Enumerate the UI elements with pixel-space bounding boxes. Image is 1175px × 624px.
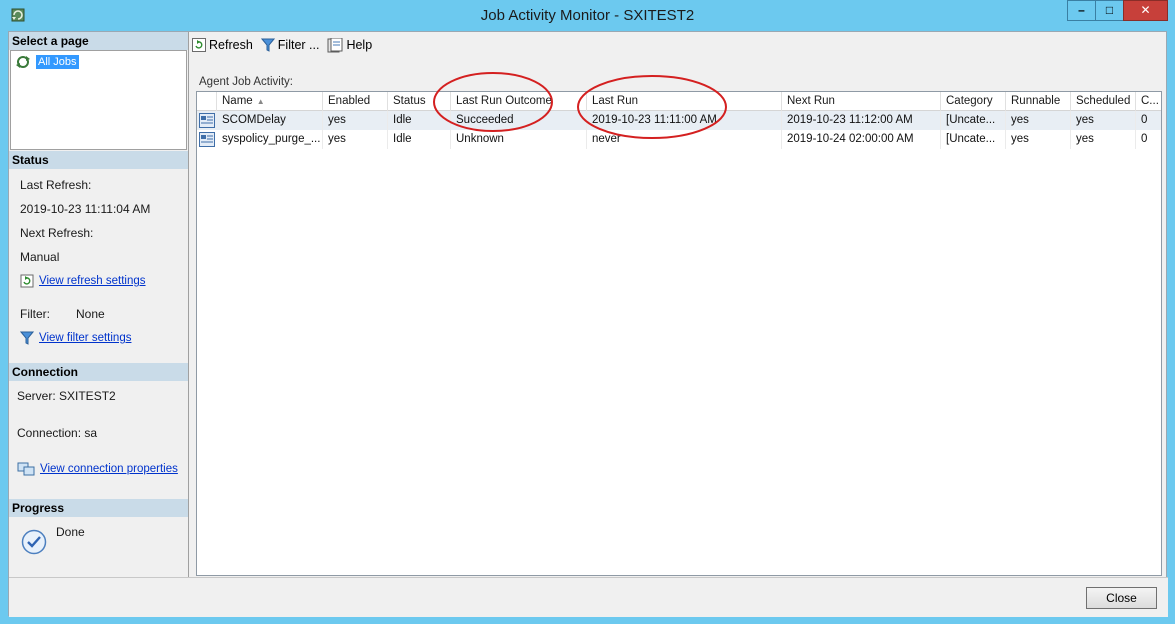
column-header-category[interactable]: Category (941, 92, 1006, 111)
job-activity-grid[interactable]: Name ▲ Enabled Status Last Run Outcome La… (196, 91, 1162, 576)
page-item-all-jobs[interactable]: All Jobs (15, 54, 79, 70)
column-header-icon[interactable] (197, 92, 217, 111)
minimize-icon: – (1078, 3, 1085, 17)
button-bar: Close (9, 577, 1168, 617)
status-header: Status (9, 151, 188, 169)
cell-runnable: yes (1006, 130, 1071, 149)
server-text: Server: SXITEST2 (17, 389, 116, 403)
cell-last-run-outcome: Unknown (451, 130, 587, 149)
filter-icon (20, 331, 34, 345)
column-header-scheduled[interactable]: Scheduled (1071, 92, 1136, 111)
refresh-button[interactable]: Refresh (192, 38, 253, 52)
cell-scheduled: yes (1071, 130, 1136, 149)
cell-c: 0 (1136, 130, 1161, 149)
last-refresh-label: Last Refresh: (20, 178, 92, 192)
cell-last-run: 2019-10-23 11:11:00 AM (587, 111, 782, 130)
view-filter-settings-link[interactable]: View filter settings (39, 332, 131, 344)
cell-status: Idle (388, 111, 451, 130)
window: Job Activity Monitor - SXITEST2 – □ ✕ Se… (0, 0, 1175, 624)
filter-value: None (76, 307, 105, 321)
view-refresh-settings-link-row[interactable]: View refresh settings (20, 274, 146, 288)
page-item-label: All Jobs (36, 55, 79, 69)
cell-category: [Uncate... (941, 130, 1006, 149)
table-row[interactable]: SCOMDelay yes Idle Succeeded 2019-10-23 … (197, 111, 1161, 130)
column-header-enabled[interactable]: Enabled (323, 92, 388, 111)
left-pane: Select a page All Jobs Status Last Refre… (9, 32, 189, 577)
filter-label: Filter: (20, 307, 50, 321)
sort-ascending-icon: ▲ (256, 97, 265, 106)
cell-category: [Uncate... (941, 111, 1006, 130)
cell-enabled: yes (323, 130, 388, 149)
dialog-client-area: Select a page All Jobs Status Last Refre… (8, 31, 1168, 617)
all-jobs-icon (16, 56, 30, 68)
close-button[interactable]: Close (1086, 587, 1157, 609)
cell-c: 0 (1136, 111, 1161, 130)
job-icon (199, 132, 215, 147)
page-list: All Jobs (10, 50, 187, 150)
job-icon (199, 113, 215, 128)
column-header-last-run-outcome[interactable]: Last Run Outcome (451, 92, 587, 111)
cell-status: Idle (388, 130, 451, 149)
toolbar: Refresh Filter ... Help (192, 35, 380, 55)
cell-next-run: 2019-10-24 02:00:00 AM (782, 130, 941, 149)
close-window-button[interactable]: ✕ (1123, 0, 1168, 21)
connection-properties-icon (17, 462, 35, 476)
connection-header: Connection (9, 363, 188, 381)
select-page-header: Select a page (9, 32, 188, 50)
minimize-button[interactable]: – (1067, 0, 1095, 21)
cell-scheduled: yes (1071, 111, 1136, 130)
column-header-last-run[interactable]: Last Run (587, 92, 782, 111)
column-header-next-run[interactable]: Next Run (782, 92, 941, 111)
cell-last-run-outcome: Succeeded (451, 111, 587, 130)
cell-next-run: 2019-10-23 11:12:00 AM (782, 111, 941, 130)
maximize-icon: □ (1105, 3, 1114, 17)
cell-name: syspolicy_purge_... (217, 130, 323, 149)
close-icon: ✕ (1140, 3, 1151, 17)
next-refresh-value: Manual (20, 250, 60, 264)
column-header-c[interactable]: C... (1136, 92, 1161, 111)
help-label: Help (346, 38, 373, 52)
column-header-runnable[interactable]: Runnable (1006, 92, 1071, 111)
filter-label: Filter ... (277, 38, 320, 52)
next-refresh-label: Next Refresh: (20, 226, 94, 240)
cell-enabled: yes (323, 111, 388, 130)
done-check-icon (21, 529, 47, 555)
title-bar[interactable]: Job Activity Monitor - SXITEST2 – □ ✕ (0, 0, 1175, 31)
help-button[interactable]: Help (327, 37, 373, 53)
progress-header: Progress (9, 499, 188, 517)
view-refresh-settings-link[interactable]: View refresh settings (39, 275, 146, 287)
column-header-status[interactable]: Status (388, 92, 451, 111)
filter-icon (260, 38, 275, 52)
column-header-name[interactable]: Name ▲ (217, 92, 323, 111)
grid-label: Agent Job Activity: (199, 76, 293, 88)
cell-name: SCOMDelay (217, 111, 323, 130)
view-connection-properties-link[interactable]: View connection properties (40, 463, 178, 475)
column-header-name-label: Name (222, 95, 253, 107)
connection-text: Connection: sa (17, 426, 98, 440)
cell-last-run: never (587, 130, 782, 149)
help-icon (327, 37, 343, 52)
refresh-label: Refresh (209, 38, 253, 52)
refresh-icon (192, 38, 206, 52)
grid-header: Name ▲ Enabled Status Last Run Outcome La… (197, 92, 1161, 111)
last-refresh-value: 2019-10-23 11:11:04 AM (20, 202, 151, 216)
table-row[interactable]: syspolicy_purge_... yes Idle Unknown nev… (197, 130, 1161, 149)
window-title: Job Activity Monitor - SXITEST2 (480, 7, 695, 24)
view-filter-settings-link-row[interactable]: View filter settings (20, 331, 131, 345)
view-connection-properties-link-row[interactable]: View connection properties (17, 462, 178, 476)
filter-button[interactable]: Filter ... (260, 38, 320, 52)
refresh-settings-icon (20, 274, 34, 288)
cell-runnable: yes (1006, 111, 1071, 130)
progress-status: Done (56, 525, 85, 539)
maximize-button[interactable]: □ (1095, 0, 1123, 21)
